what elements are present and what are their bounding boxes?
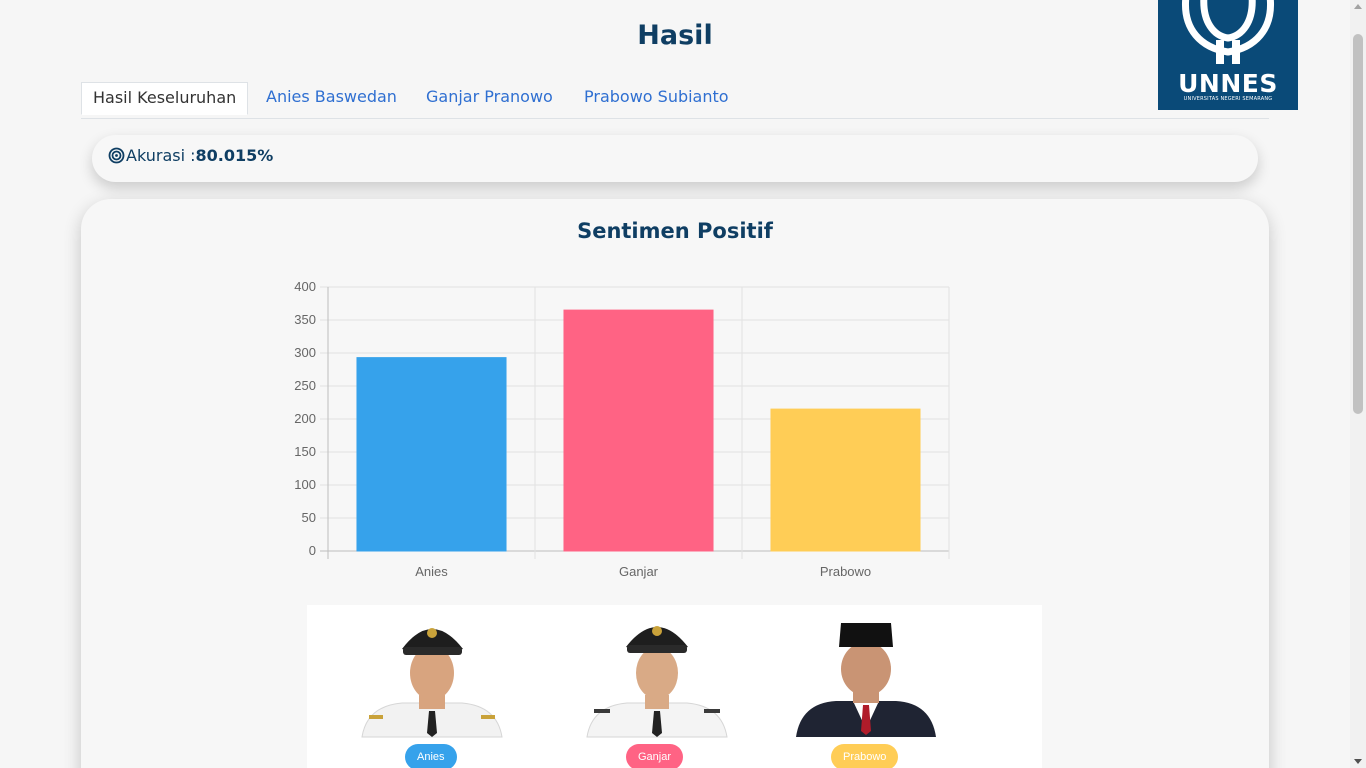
y-tick-label: 350 bbox=[294, 312, 316, 327]
candidate-badge-ganjar: Ganjar bbox=[626, 744, 684, 768]
y-tick-label: 50 bbox=[302, 510, 316, 525]
x-tick-label: Prabowo bbox=[820, 564, 871, 579]
page-scrollbar[interactable] bbox=[1350, 0, 1366, 768]
sentiment-bar-chart: 0 50 100 150 200 250 300 350 400 Anies Ganjar Prabo… bbox=[294, 279, 950, 579]
x-tick-label: Ganjar bbox=[619, 564, 659, 579]
candidate-badge-anies: Anies bbox=[405, 744, 457, 768]
chart-title: Sentimen Positif bbox=[577, 219, 773, 243]
prabowo-portrait-icon bbox=[796, 623, 936, 737]
candidate-ganjar: Ganjar bbox=[582, 611, 732, 768]
bar-prabowo bbox=[770, 408, 921, 552]
y-tick-label: 400 bbox=[294, 279, 316, 294]
tab-prabowo-subianto[interactable]: Prabowo Subianto bbox=[584, 82, 729, 114]
bar-ganjar bbox=[563, 309, 714, 552]
x-tick-label: Anies bbox=[415, 564, 448, 579]
candidate-anies: Anies bbox=[357, 611, 507, 768]
tab-anies-baswedan[interactable]: Anies Baswedan bbox=[266, 82, 397, 114]
accuracy-panel: Akurasi :80.015% bbox=[92, 135, 1258, 182]
candidate-prabowo: Prabowo bbox=[791, 611, 941, 768]
y-tick-label: 250 bbox=[294, 378, 316, 393]
y-tick-label: 300 bbox=[294, 345, 316, 360]
y-tick-label: 200 bbox=[294, 411, 316, 426]
page-title: Hasil bbox=[637, 20, 713, 51]
ganjar-portrait-icon bbox=[586, 626, 728, 738]
tab-bar: Hasil Keseluruhan Anies Baswedan Ganjar … bbox=[81, 82, 1269, 119]
candidate-photos: Anies Ganjar Prabowo bbox=[307, 605, 1042, 768]
y-tick-label: 0 bbox=[309, 543, 316, 558]
y-tick-label: 100 bbox=[294, 477, 316, 492]
target-icon bbox=[108, 147, 125, 168]
candidate-badge-prabowo: Prabowo bbox=[831, 744, 899, 768]
accuracy-value: 80.015% bbox=[195, 146, 274, 165]
scroll-down-icon[interactable] bbox=[1354, 759, 1362, 764]
accuracy-label: Akurasi : bbox=[126, 146, 196, 165]
scroll-thumb[interactable] bbox=[1353, 34, 1363, 414]
tab-hasil-keseluruhan[interactable]: Hasil Keseluruhan bbox=[81, 82, 249, 115]
bar-anies bbox=[356, 357, 507, 552]
sentiment-card: Sentimen Positif 0 50 100 150 200 250 300 350 40… bbox=[81, 199, 1269, 768]
anies-portrait-icon bbox=[361, 628, 503, 738]
y-tick-label: 150 bbox=[294, 444, 316, 459]
tab-ganjar-pranowo[interactable]: Ganjar Pranowo bbox=[426, 82, 553, 114]
scroll-up-icon[interactable] bbox=[1354, 4, 1362, 9]
